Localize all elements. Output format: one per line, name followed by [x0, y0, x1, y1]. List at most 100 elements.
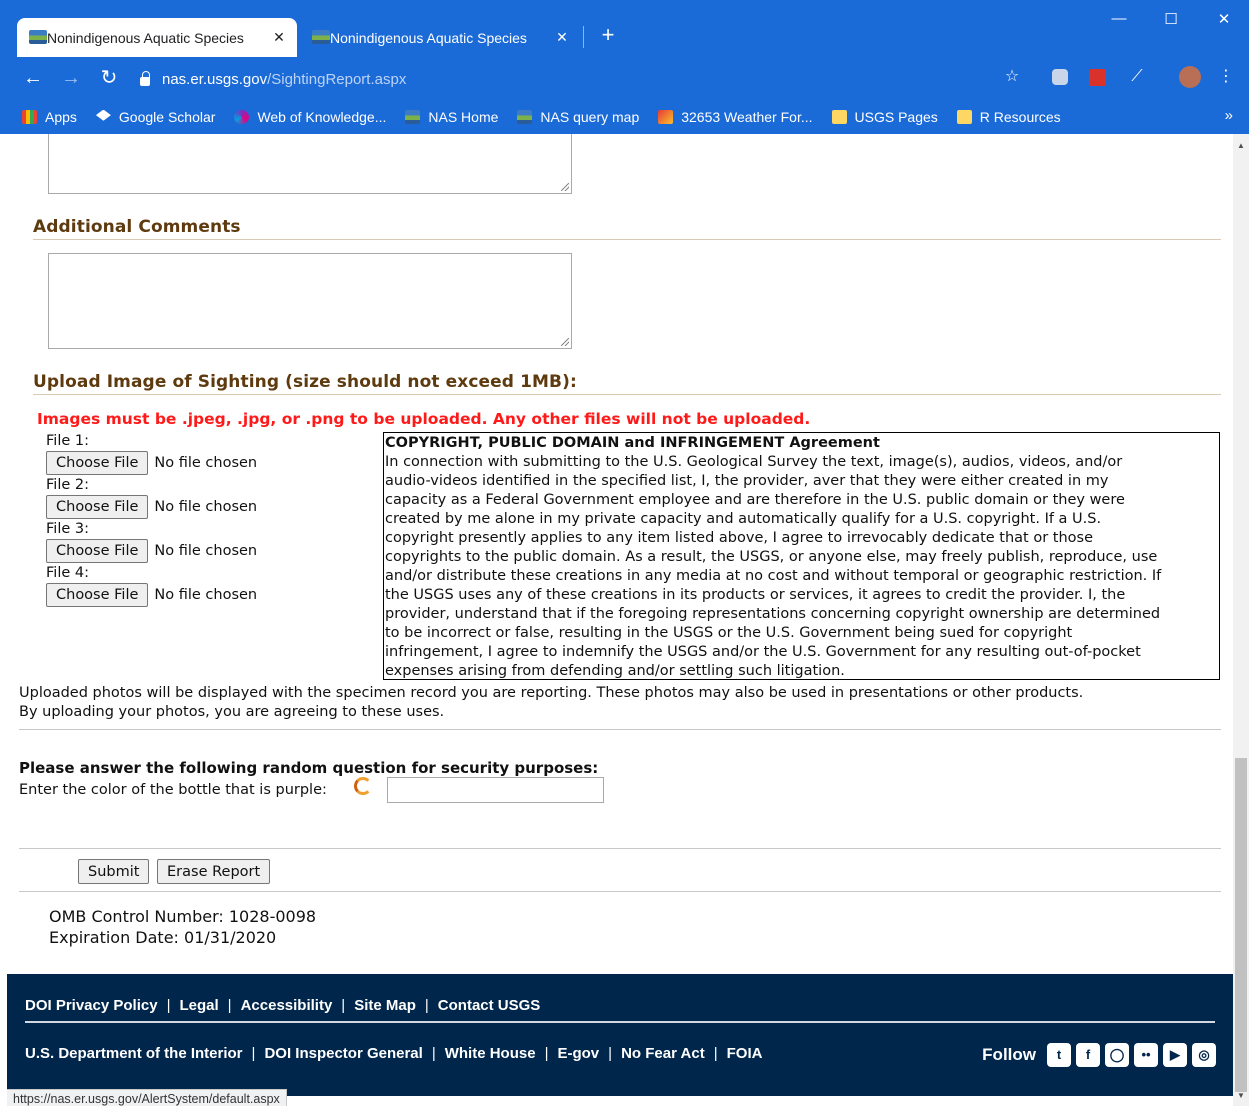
facebook-icon[interactable]: f	[1076, 1043, 1100, 1067]
tab-active[interactable]: Nonindigenous Aquatic Species ✕	[17, 18, 297, 57]
window-close-icon[interactable]: ✕	[1201, 10, 1247, 34]
previous-textarea[interactable]	[48, 134, 572, 194]
file-4-input[interactable]: Choose File No file chosen	[46, 583, 257, 607]
footer-link-egov[interactable]: E-gov	[557, 1045, 599, 1062]
footer-link-accessibility[interactable]: Accessibility	[241, 997, 333, 1014]
bookmarks-bar: Apps Google Scholar Web of Knowledge... …	[0, 99, 1249, 134]
file-status: No file chosen	[154, 587, 258, 603]
omb-control-number: OMB Control Number: 1028-0098	[49, 907, 317, 926]
copyright-line: infringement, I agree to indemnify the U…	[385, 644, 1141, 660]
forward-arrow-icon[interactable]: →	[58, 65, 84, 91]
refresh-captcha-icon[interactable]	[354, 777, 372, 795]
bookmark-label: Web of Knowledge...	[257, 108, 387, 125]
github-icon[interactable]: ◯	[1105, 1043, 1129, 1067]
resize-grip-icon[interactable]	[561, 183, 569, 191]
minimize-icon[interactable]: —	[1096, 10, 1142, 34]
choose-file-button[interactable]: Choose File	[46, 539, 149, 563]
footer-link-foia[interactable]: FOIA	[727, 1045, 763, 1062]
bookmark-apps[interactable]: Apps	[22, 109, 77, 125]
file-status: No file chosen	[154, 455, 258, 471]
copyright-title: COPYRIGHT, PUBLIC DOMAIN and INFRINGEMEN…	[385, 435, 880, 451]
footer-divider	[25, 1021, 1215, 1023]
instagram-icon[interactable]: ◎	[1192, 1043, 1216, 1067]
extension-icon[interactable]: ⟋	[1127, 67, 1147, 87]
copyright-line: the USGS uses any of these creations in …	[385, 587, 1126, 603]
file-3-label: File 3:	[46, 521, 89, 537]
footer-link-white-house[interactable]: White House	[445, 1045, 536, 1062]
bookmark-google-scholar[interactable]: Google Scholar	[95, 109, 215, 125]
bookmark-weather[interactable]: 32653 Weather For...	[658, 109, 813, 125]
choose-file-button[interactable]: Choose File	[46, 583, 149, 607]
additional-comments-heading: Additional Comments	[33, 217, 241, 237]
footer-link-no-fear-act[interactable]: No Fear Act	[621, 1045, 705, 1062]
bookmark-star-icon[interactable]: ☆	[1002, 67, 1022, 87]
file-2-input[interactable]: Choose File No file chosen	[46, 495, 257, 519]
tab-title: Nonindigenous Aquatic Species	[47, 29, 244, 46]
footer-link-sitemap[interactable]: Site Map	[354, 997, 416, 1014]
copyright-line: copyright presently applies to any item …	[385, 530, 1094, 546]
footer-link-legal[interactable]: Legal	[179, 997, 218, 1014]
copyright-line: provider, understand that if the foregoi…	[385, 606, 1161, 622]
file-2-label: File 2:	[46, 477, 89, 493]
tab-close-icon[interactable]: ✕	[554, 29, 570, 46]
footer-link-contact[interactable]: Contact USGS	[438, 997, 541, 1014]
twitter-icon[interactable]: t	[1047, 1043, 1071, 1067]
acrobat-icon[interactable]	[1089, 69, 1106, 86]
site-footer: DOI Privacy Policy | Legal | Accessibility…	[7, 974, 1233, 1096]
footer-link-privacy[interactable]: DOI Privacy Policy	[25, 997, 158, 1014]
scroll-down-arrow-icon[interactable]: ▼	[1233, 1088, 1249, 1104]
bookmark-r-resources[interactable]: R Resources	[956, 109, 1061, 125]
flickr-icon[interactable]: ••	[1134, 1043, 1158, 1067]
tab-close-icon[interactable]: ✕	[271, 29, 287, 46]
security-answer-input[interactable]	[387, 777, 604, 803]
footer-link-inspector-general[interactable]: DOI Inspector General	[264, 1045, 422, 1062]
file-3-input[interactable]: Choose File No file chosen	[46, 539, 257, 563]
footer-link-doi[interactable]: U.S. Department of the Interior	[25, 1045, 243, 1062]
upload-heading: Upload Image of Sighting (size should no…	[33, 372, 577, 392]
back-arrow-icon[interactable]: ←	[20, 65, 46, 91]
profile-avatar-icon[interactable]	[1179, 66, 1201, 88]
copyright-line: In connection with submitting to the U.S…	[385, 454, 1123, 470]
follow-label: Follow	[982, 1045, 1036, 1064]
page-scrollbar[interactable]: ▲ ▼	[1233, 134, 1249, 1106]
youtube-icon[interactable]: ▶	[1163, 1043, 1187, 1067]
security-question: Enter the color of the bottle that is pu…	[19, 782, 327, 798]
file-status: No file chosen	[154, 543, 258, 559]
weather-icon	[658, 109, 674, 124]
address-bar[interactable]: nas.er.usgs.gov/SightingReport.aspx	[140, 65, 1040, 93]
scroll-up-arrow-icon[interactable]: ▲	[1233, 138, 1249, 154]
maximize-icon[interactable]: ☐	[1148, 10, 1194, 34]
tab-inactive[interactable]: Nonindigenous Aquatic Species ✕	[300, 18, 580, 57]
divider	[19, 848, 1221, 849]
bookmark-label: USGS Pages	[854, 108, 938, 125]
additional-comments-textarea[interactable]	[48, 253, 572, 349]
divider	[33, 239, 1221, 240]
copyright-line: created by me alone in my private capaci…	[385, 511, 1102, 527]
erase-report-button[interactable]: Erase Report	[157, 859, 271, 884]
choose-file-button[interactable]: Choose File	[46, 495, 149, 519]
submit-button[interactable]: Submit	[78, 859, 150, 884]
choose-file-button[interactable]: Choose File	[46, 451, 149, 475]
bookmark-nas-query-map[interactable]: NAS query map	[517, 109, 639, 125]
tab-strip: Nonindigenous Aquatic Species ✕ Nonindig…	[0, 0, 1249, 57]
nas-icon	[405, 109, 421, 124]
scroll-thumb[interactable]	[1235, 758, 1247, 1092]
reload-icon[interactable]: ↻	[96, 65, 122, 91]
menu-kebab-icon[interactable]: ⋮	[1216, 67, 1236, 87]
scholar-icon	[95, 109, 111, 121]
bookmark-nas-home[interactable]: NAS Home	[405, 109, 498, 125]
bookmark-usgs-pages[interactable]: USGS Pages	[831, 108, 938, 125]
file-1-input[interactable]: Choose File No file chosen	[46, 451, 257, 475]
wok-icon	[234, 109, 250, 124]
bookmark-web-of-knowledge[interactable]: Web of Knowledge...	[234, 109, 386, 125]
nas-icon	[517, 109, 533, 124]
apps-grid-icon	[22, 109, 37, 124]
folder-icon	[831, 109, 847, 124]
url-host: nas.er.usgs.gov	[162, 70, 268, 88]
ublock-icon[interactable]	[1052, 69, 1068, 85]
lock-icon	[140, 70, 150, 86]
file-1-label: File 1:	[46, 433, 89, 449]
bookmarks-overflow-icon[interactable]: »	[1225, 107, 1233, 124]
new-tab-button[interactable]: +	[596, 24, 620, 48]
resize-grip-icon[interactable]	[561, 338, 569, 346]
